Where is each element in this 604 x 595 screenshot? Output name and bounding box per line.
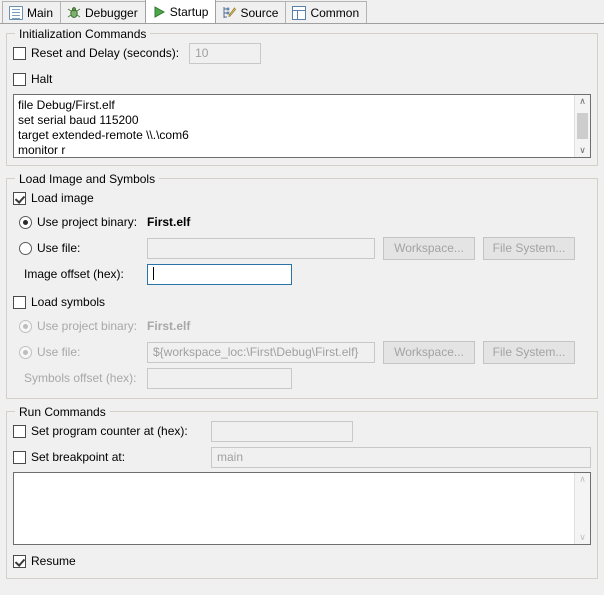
reset-and-delay-checkbox[interactable]	[13, 46, 26, 60]
image-use-project-binary-radio[interactable]	[19, 215, 32, 229]
image-workspace-button[interactable]: Workspace...	[383, 236, 475, 260]
init-command-line: file Debug/First.elf	[18, 98, 115, 112]
initialization-commands-group: Initialization Commands Reset and Delay …	[6, 27, 598, 166]
symbols-offset-input[interactable]	[147, 367, 292, 389]
initialization-commands-legend: Initialization Commands	[15, 27, 151, 41]
symbols-project-binary-value: First.elf	[147, 319, 191, 333]
scroll-down-icon[interactable]: ∨	[579, 533, 586, 542]
symbols-use-project-binary-radio[interactable]	[19, 319, 32, 333]
load-image-and-symbols-legend: Load Image and Symbols	[15, 172, 160, 186]
table-icon	[292, 5, 307, 20]
symbols-use-file-label: Use file:	[37, 345, 81, 359]
symbols-offset-label: Symbols offset (hex):	[24, 371, 137, 385]
tab-common[interactable]: Common	[285, 1, 368, 23]
load-symbols-label: Load symbols	[31, 295, 106, 309]
image-offset-input[interactable]	[147, 263, 292, 285]
initialization-commands-scrollbar[interactable]: ∧ ∨	[574, 95, 590, 157]
tab-main[interactable]: Main	[2, 1, 62, 23]
halt-label: Halt	[31, 72, 53, 86]
run-commands-legend: Run Commands	[15, 405, 110, 419]
symbols-offset-row: Symbols offset (hex):	[13, 367, 591, 389]
reset-and-delay-row: Reset and Delay (seconds): 10	[13, 42, 591, 64]
symbols-workspace-button[interactable]: Workspace...	[383, 340, 475, 364]
initialization-commands-text[interactable]: file Debug/First.elf set serial baud 115…	[14, 95, 574, 157]
halt-row: Halt	[13, 68, 591, 90]
load-image-checkbox[interactable]	[13, 191, 26, 205]
set-program-counter-checkbox[interactable]	[13, 424, 26, 438]
symbols-file-path-input[interactable]: ${workspace_loc:\First\Debug\First.elf}	[147, 341, 375, 363]
load-symbols-checkbox[interactable]	[13, 295, 26, 309]
tab-source-label: Source	[240, 5, 279, 20]
symbols-use-project-binary-label: Use project binary:	[37, 319, 138, 333]
bug-icon	[67, 6, 81, 20]
text-caret	[153, 266, 154, 280]
image-use-file-radio[interactable]	[19, 241, 32, 255]
play-icon	[152, 5, 166, 19]
symbols-filesystem-button[interactable]: File System...	[483, 340, 575, 364]
halt-checkbox[interactable]	[13, 72, 26, 86]
resume-checkbox[interactable]	[13, 554, 26, 568]
image-use-project-binary-label: Use project binary:	[37, 215, 138, 229]
init-command-line: set serial baud 115200	[18, 113, 139, 127]
tab-debugger[interactable]: Debugger	[60, 1, 146, 23]
resume-row: Resume	[13, 550, 591, 572]
set-breakpoint-label: Set breakpoint at:	[31, 450, 126, 464]
image-use-project-binary-row: Use project binary: First.elf	[13, 211, 591, 233]
document-icon	[9, 5, 23, 20]
tab-main-label: Main	[27, 5, 54, 20]
program-counter-input[interactable]	[211, 420, 353, 442]
run-commands-text[interactable]	[14, 473, 574, 544]
image-project-binary-value: First.elf	[147, 215, 191, 229]
init-command-line: monitor r	[18, 143, 66, 157]
scrollbar-thumb[interactable]	[577, 113, 588, 139]
load-symbols-row: Load symbols	[13, 291, 591, 313]
tab-bar: Main Debugger Startup Source Common	[0, 0, 604, 24]
image-offset-row: Image offset (hex):	[13, 263, 591, 285]
load-image-label: Load image	[31, 191, 94, 205]
image-offset-label: Image offset (hex):	[24, 267, 124, 281]
source-edit-icon	[222, 6, 237, 20]
scroll-up-icon[interactable]: ∧	[579, 475, 586, 484]
initialization-commands-textarea[interactable]: file Debug/First.elf set serial baud 115…	[13, 94, 591, 158]
scroll-up-icon[interactable]: ∧	[579, 97, 586, 106]
tab-source[interactable]: Source	[215, 1, 287, 23]
image-use-file-label: Use file:	[37, 241, 81, 255]
symbols-use-file-radio[interactable]	[19, 345, 32, 359]
set-breakpoint-row: Set breakpoint at: main	[13, 446, 591, 468]
image-file-path-input[interactable]	[147, 237, 375, 259]
set-program-counter-label: Set program counter at (hex):	[31, 424, 188, 438]
tab-common-label: Common	[310, 5, 360, 20]
startup-form: Initialization Commands Reset and Delay …	[0, 27, 604, 595]
reset-and-delay-label: Reset and Delay (seconds):	[31, 46, 180, 60]
symbols-use-project-binary-row: Use project binary: First.elf	[13, 315, 591, 337]
tab-debugger-label: Debugger	[85, 5, 138, 20]
run-commands-group: Run Commands Set program counter at (hex…	[6, 405, 598, 579]
image-filesystem-button[interactable]: File System...	[483, 236, 575, 260]
set-breakpoint-checkbox[interactable]	[13, 450, 26, 464]
load-image-row: Load image	[13, 187, 591, 209]
set-program-counter-row: Set program counter at (hex):	[13, 420, 591, 442]
tab-startup[interactable]: Startup	[144, 0, 217, 23]
init-command-line: target extended-remote \\.\com6	[18, 128, 189, 142]
scroll-down-icon[interactable]: ∨	[579, 146, 586, 155]
image-use-file-row: Use file: Workspace... File System...	[13, 236, 591, 260]
resume-label: Resume	[31, 554, 76, 568]
run-commands-textarea[interactable]: ∧ ∨	[13, 472, 591, 545]
symbols-use-file-row: Use file: ${workspace_loc:\First\Debug\F…	[13, 340, 591, 364]
tab-startup-label: Startup	[169, 4, 209, 19]
breakpoint-location-input[interactable]: main	[211, 446, 591, 468]
load-image-and-symbols-group: Load Image and Symbols Load image Use pr…	[6, 172, 598, 399]
run-commands-scrollbar[interactable]: ∧ ∨	[574, 473, 590, 544]
reset-delay-seconds-input[interactable]: 10	[189, 42, 262, 64]
